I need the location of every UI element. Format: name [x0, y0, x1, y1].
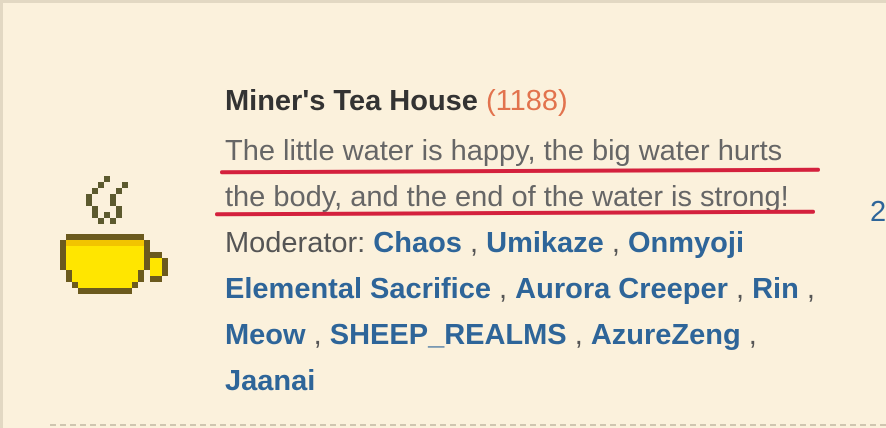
- moderator-link-azurezeng[interactable]: AzureZeng: [591, 319, 741, 351]
- moderator-label: Moderator:: [225, 227, 366, 259]
- moderator-link-jaanai[interactable]: Jaanai: [225, 365, 315, 397]
- tea-cup-icon: [60, 176, 168, 294]
- card-border-left: [0, 0, 3, 428]
- separator: ,: [611, 227, 620, 259]
- moderator-link-meow[interactable]: Meow: [225, 319, 306, 351]
- separator: ,: [806, 273, 815, 305]
- moderator-link-elemental-sacrifice[interactable]: Elemental Sacrifice: [225, 273, 491, 305]
- forum-info: Miner's Tea House (1188) The little wate…: [214, 82, 865, 404]
- separator: ,: [499, 273, 508, 305]
- separator: ,: [735, 273, 745, 305]
- moderator-list: Moderator: Chaos , Umikaze , Onmyoji Ele…: [225, 220, 865, 404]
- moderator-link-umikaze[interactable]: Umikaze: [486, 227, 604, 259]
- separator: ,: [470, 227, 479, 259]
- separator: ,: [748, 319, 757, 351]
- moderator-link-onmyoji[interactable]: Onmyoji: [628, 227, 744, 259]
- moderator-link-aurora-creeper[interactable]: Aurora Creeper: [515, 273, 728, 305]
- separator: ,: [574, 319, 583, 351]
- forum-name-link[interactable]: Miner's Tea House: [225, 85, 478, 117]
- forum-card: Miner's Tea House (1188) The little wate…: [0, 0, 886, 428]
- forum-title-row: Miner's Tea House (1188): [225, 82, 865, 120]
- moderator-link-sheep-realms[interactable]: SHEEP_REALMS: [330, 319, 567, 351]
- row-divider: [50, 424, 886, 426]
- card-border-top: [0, 0, 886, 3]
- forum-description: The little water is happy, the big water…: [214, 128, 865, 220]
- moderator-link-rin[interactable]: Rin: [752, 273, 799, 305]
- truncated-stat-number: 2: [870, 196, 886, 228]
- forum-post-count: (1188): [486, 85, 568, 117]
- separator: ,: [313, 319, 322, 351]
- moderator-link-chaos[interactable]: Chaos: [373, 227, 462, 259]
